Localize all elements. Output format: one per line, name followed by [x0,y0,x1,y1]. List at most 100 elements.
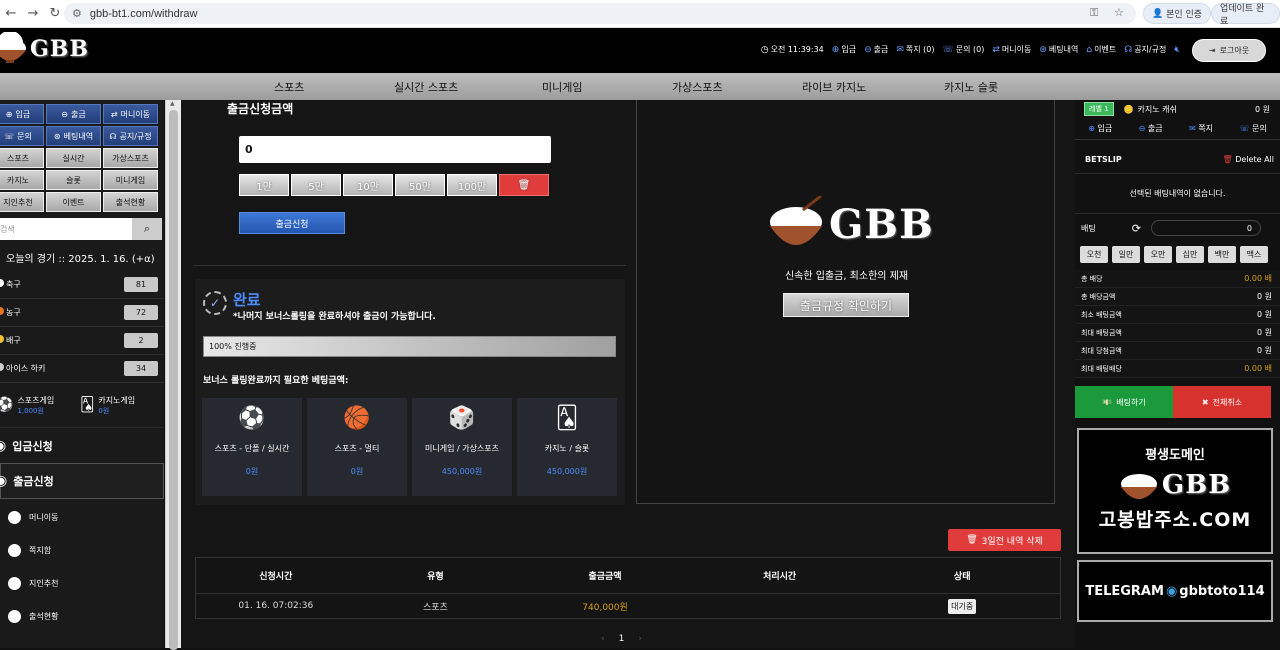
telegram-banner[interactable]: TELEGRAM ◉ gbbtoto114 [1077,560,1273,622]
sidebar-btn-0[interactable]: ⊕ 입금 [0,104,44,124]
page-number[interactable]: 1 [619,634,625,644]
amount-buttons: 1만 5만 10만 50만 100만 🗑︎ [239,174,549,196]
scrollbar-thumb[interactable] [169,110,178,650]
small-menu-item[interactable]: 출석현황 [0,600,164,633]
auth-button[interactable]: 👤 본인 인증 [1143,3,1212,24]
nav-casino-slot[interactable]: 카지노 슬롯 [944,79,998,95]
sidebar-btn-13[interactable]: 이벤트 [46,192,101,212]
casino-game-balance[interactable]: 🂡 카지노게임 0원 [80,395,164,416]
menu-deposit-request[interactable]: ◉ 입금신청 [0,427,164,463]
amount-button[interactable]: 1만 [239,174,289,196]
delete-all-button[interactable]: 🗑︎ Delete All [1223,155,1274,164]
bet-summary-row: 최대 배팅금액 0 원 [1075,324,1280,342]
sidebar-btn-9[interactable]: 카지노 [0,170,44,190]
bet-chip[interactable]: 오만 [1144,245,1172,263]
sidebar-btn-3[interactable]: ☏ 문의 [0,126,44,146]
bet-amount-input[interactable]: 0 [1150,220,1261,236]
update-button[interactable]: 업데이트 완료 [1211,3,1280,27]
page-scrollbar[interactable]: ▲ [165,100,181,650]
sport-row[interactable]: 축구 81 [0,271,164,299]
sidebar-btn-10[interactable]: 슬롯 [46,170,101,190]
bet-chip[interactable]: 맥스 [1240,245,1268,263]
sidebar-btn-11[interactable]: 미니게임 [103,170,158,190]
reload-icon[interactable]: ↻ [44,6,66,21]
scroll-up-icon[interactable]: ▲ [170,100,175,107]
betslip-link[interactable]: ⊕ 입금 [1088,123,1112,134]
sport-row[interactable]: 배구 2 [0,327,164,355]
sport-row[interactable]: 농구 72 [0,299,164,327]
betslip-link[interactable]: ⊖ 출금 [1139,123,1163,134]
logout-icon: ⇥ [1208,46,1216,55]
site-header: GBB ◷ 오전 11:39:34 ⊕ 입금 ⊖ 출금 ✉ 쪽지 (0) ☏ 문의 (0)… [0,28,1280,73]
top-money-move-link[interactable]: ⇄ 머니이동 [992,44,1031,55]
sidebar-btn-4[interactable]: ⊛ 베팅내역 [46,126,101,146]
mute-icon[interactable]: 🔇︎ [1174,45,1180,55]
top-event-link[interactable]: ⌂ 이벤트 [1086,44,1116,55]
sport-row[interactable]: 아이스 하키 34 [0,355,164,383]
betslip-link[interactable]: ☏ 문의 [1239,123,1266,134]
next-page-icon[interactable]: › [638,634,642,644]
top-bet-history-link[interactable]: ⊛ 베팅내역 [1039,44,1078,55]
small-menu-item[interactable]: 쪽지함 [0,534,164,567]
nav-virtual-sports[interactable]: 가상스포츠 [672,79,723,95]
domain-banner-title: 평생도메인 [1145,448,1205,463]
bet-label: 배팅 [1081,223,1096,233]
star-icon[interactable]: ☆ [1114,6,1124,19]
game-icon: ⚽ [238,406,266,431]
delete-3day-history-button[interactable]: 🗑︎ 3일전 내역 삭제 [948,529,1061,551]
withdraw-rule-button[interactable]: 출금규정 확인하기 [783,293,909,317]
top-inquiry-link[interactable]: ☏ 문의 (0) [943,44,985,55]
top-deposit-link[interactable]: ⊕ 입금 [832,44,856,55]
nav-sports[interactable]: 스포츠 [274,79,304,95]
amount-button[interactable]: 5만 [291,174,341,196]
search-icon[interactable]: ⌕ [132,218,162,240]
sidebar-btn-7[interactable]: 실시간 [46,148,101,168]
top-withdraw-link[interactable]: ⊖ 출금 [864,44,888,55]
forward-icon[interactable]: → [22,6,44,21]
bet-chip[interactable]: 오천 [1080,245,1108,263]
key-icon[interactable]: ⚿ [1090,6,1098,20]
bet-chip[interactable]: 백만 [1208,245,1236,263]
sidebar-btn-8[interactable]: 가상스포츠 [103,148,158,168]
prev-page-icon[interactable]: ‹ [601,634,605,644]
amount-button[interactable]: 10만 [343,174,393,196]
back-icon[interactable]: ← [0,6,22,21]
sidebar-btn-6[interactable]: 스포츠 [0,148,44,168]
sidebar-btn-2[interactable]: ⇄ 머니이동 [103,104,158,124]
logout-button[interactable]: ⇥ 로그아웃 [1192,39,1266,62]
table-cell-time: 01. 16. 07:02:36 [238,601,314,611]
refresh-icon[interactable]: ⟳ [1132,222,1141,235]
table-cell-amount: 740,000원 [582,602,628,613]
sidebar-btn-12[interactable]: 지인추천 [0,192,44,212]
menu-withdraw-request[interactable]: ◉ 출금신청 [0,463,164,499]
place-bet-button[interactable]: 💵 배팅하기 [1075,386,1173,418]
sports-game-balance[interactable]: ⚽ 스포츠게임 1,000원 [0,395,80,416]
sidebar-btn-1[interactable]: ⊖ 출금 [46,104,101,124]
small-menu-item[interactable]: 지인추천 [0,567,164,600]
site-settings-icon[interactable]: ⚙ [72,7,82,20]
withdraw-amount-input[interactable]: 0 [239,136,551,163]
nav-live-casino[interactable]: 라이브 카지노 [802,79,866,95]
amount-button[interactable]: 100만 [447,174,497,196]
top-note-link[interactable]: ✉ 쪽지 (0) [896,44,934,55]
domain-banner[interactable]: 평생도메인 GBB 고봉밥주소.COM [1077,428,1273,554]
nav-minigame[interactable]: 미니게임 [542,79,582,95]
cancel-all-button[interactable]: ✖ 전체취소 [1173,386,1271,418]
bet-chip[interactable]: 십만 [1176,245,1204,263]
nav-live-sports[interactable]: 실시간 스포츠 [394,79,458,95]
withdraw-submit-button[interactable]: 출금신청 [239,212,345,234]
sidebar-btn-5[interactable]: ☊ 공지/규정 [103,126,158,146]
bet-chip[interactable]: 일만 [1112,245,1140,263]
bet-summary-row: 총 배당금액 0 원 [1075,288,1280,306]
top-notice-link[interactable]: ☊ 공지/규정 [1124,44,1166,55]
betslip-link[interactable]: ✉ 쪽지 [1189,123,1213,134]
address-bar[interactable]: ⚙ gbb-bt1.com/withdraw ⚿ ☆ [64,3,1136,24]
search-input[interactable]: 검색 [0,218,132,240]
table-header: 신청시간 유형 출금금액 처리시간 상태 [196,558,1060,594]
sidebar-btn-14[interactable]: 출석현황 [103,192,158,212]
trash-icon[interactable]: 🗑︎ [499,174,549,196]
small-menu-item[interactable]: 머니이동 [0,501,164,534]
amount-button[interactable]: 50만 [395,174,445,196]
site-logo[interactable]: GBB [0,32,89,66]
game-balance: ⚽ 스포츠게임 1,000원 🂡 카지노게임 0원 [0,387,164,423]
